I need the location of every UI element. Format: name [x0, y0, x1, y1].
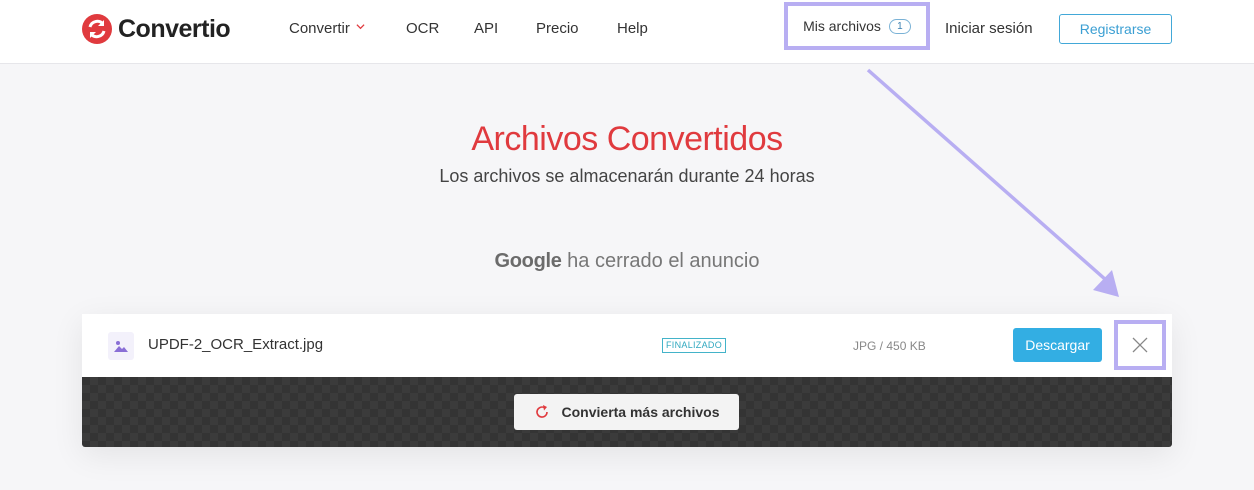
remove-file-button[interactable] — [1114, 320, 1166, 370]
page-title: Archivos Convertidos — [471, 120, 783, 158]
my-files-button[interactable]: Mis archivos 1 — [784, 2, 930, 50]
file-count-badge: 1 — [888, 18, 911, 34]
login-link[interactable]: Iniciar sesión — [945, 20, 1033, 37]
download-button[interactable]: Descargar — [1013, 328, 1102, 362]
convertio-logo-icon — [82, 14, 112, 44]
convert-more-bar: Convierta más archivos — [82, 377, 1172, 447]
register-button[interactable]: Registrarse — [1059, 14, 1172, 44]
refresh-icon — [535, 405, 548, 418]
file-card: UPDF-2_OCR_Extract.jpg FINALIZADO JPG / … — [82, 314, 1172, 447]
top-header: Convertio Convertir OCR API Precio Help … — [0, 0, 1254, 64]
convert-more-button[interactable]: Convierta más archivos — [514, 394, 739, 430]
chevron-down-icon — [356, 24, 365, 30]
page-subtitle: Los archivos se almacenarán durante 24 h… — [439, 166, 815, 186]
close-icon — [1132, 337, 1148, 353]
file-row: UPDF-2_OCR_Extract.jpg FINALIZADO JPG / … — [82, 314, 1172, 377]
convert-more-label: Convierta más archivos — [561, 404, 720, 420]
google-brand: Google — [494, 250, 562, 272]
nav-ocr[interactable]: OCR — [406, 20, 439, 37]
nav-convertir-label: Convertir — [289, 20, 350, 37]
my-files-label: Mis archivos — [803, 18, 881, 34]
ad-closed-message: ha cerrado el anuncio — [567, 250, 760, 272]
nav-help[interactable]: Help — [617, 20, 648, 37]
logo[interactable]: Convertio — [82, 12, 231, 46]
nav-convertir[interactable]: Convertir — [289, 20, 365, 37]
logo-text: Convertio — [118, 14, 231, 43]
file-meta: JPG / 450 KB — [853, 339, 926, 353]
nav-api[interactable]: API — [474, 20, 498, 37]
ad-closed-notice: Google ha cerrado el anuncio — [0, 250, 1254, 273]
status-badge: FINALIZADO — [662, 338, 727, 353]
nav-precio[interactable]: Precio — [536, 20, 579, 37]
file-name: UPDF-2_OCR_Extract.jpg — [148, 336, 324, 353]
image-file-icon — [108, 332, 134, 360]
image-icon — [114, 341, 128, 352]
